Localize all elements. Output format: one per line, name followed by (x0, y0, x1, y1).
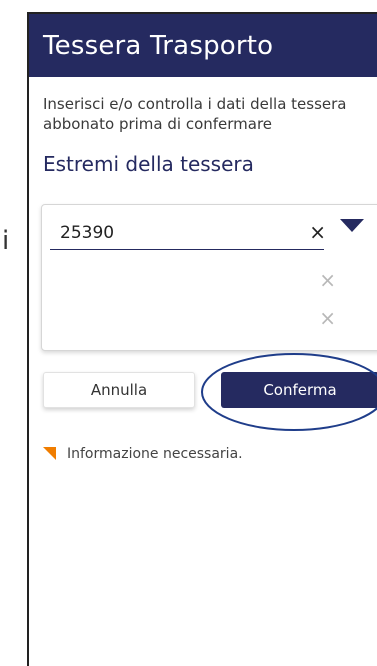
intro-text: Inserisci e/o controlla i dati della tes… (43, 95, 347, 133)
close-icon[interactable]: × (319, 269, 336, 291)
page-title: Tessera Trasporto (43, 30, 274, 61)
card-field-3[interactable]: × (50, 305, 336, 335)
cancel-button[interactable]: Annulla (43, 372, 195, 408)
cropped-side-text: i (2, 226, 10, 256)
close-icon[interactable]: × (319, 307, 336, 329)
section-title: Estremi della tessera (43, 152, 254, 176)
card-number-value: 25390 (60, 223, 115, 243)
header-bar: Tessera Trasporto (29, 14, 377, 77)
required-marker-icon (43, 447, 56, 460)
card-fields-box: 25390 × × × (41, 204, 377, 351)
chevron-down-icon[interactable] (338, 217, 366, 235)
card-number-field[interactable]: 25390 × (50, 219, 326, 250)
required-note-text: Informazione necessaria. (67, 446, 243, 462)
card-field-2[interactable]: × (50, 267, 336, 297)
close-icon[interactable]: × (309, 221, 326, 243)
transport-card-panel: Tessera Trasporto Inserisci e/o controll… (27, 12, 377, 666)
confirm-button[interactable]: Conferma (221, 372, 377, 408)
required-note: Informazione necessaria. (43, 446, 243, 462)
